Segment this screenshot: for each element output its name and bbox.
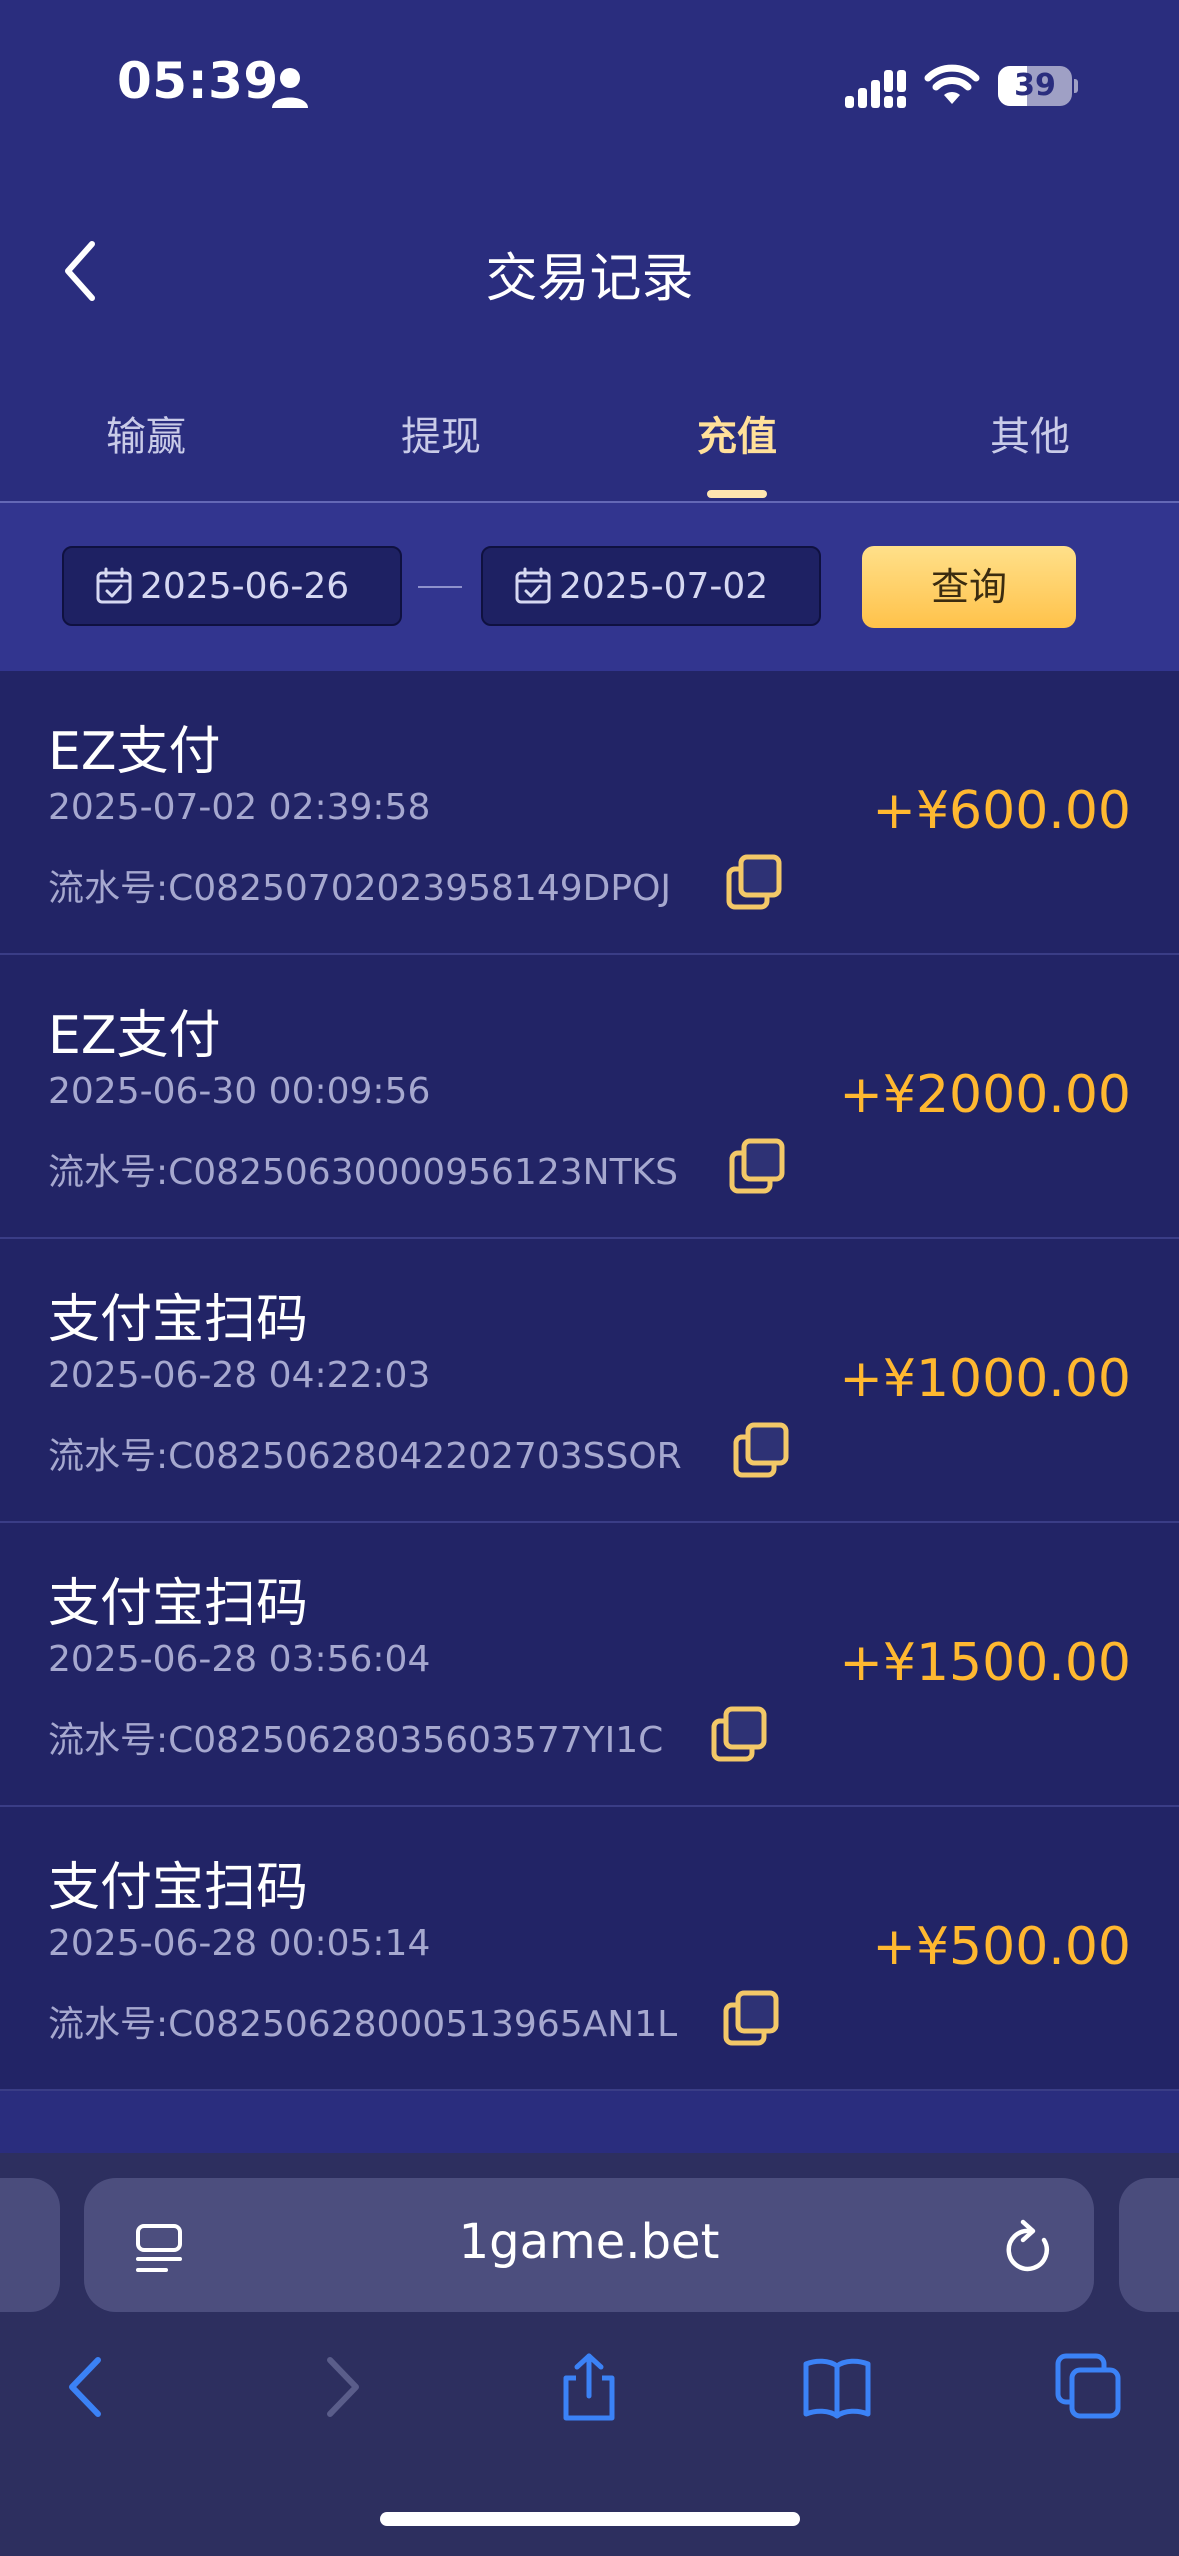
battery-indicator: 39 [998,66,1078,106]
tab-deposit[interactable]: 充值 [637,404,837,462]
transaction-amount: +¥600.00 [872,781,1131,841]
transaction-row: EZ支付 2025-07-02 02:39:58 流水号:C0825070202… [0,671,1179,955]
forward-icon[interactable] [306,2352,376,2422]
transaction-time: 2025-06-28 04:22:03 [48,1355,431,1396]
end-date-value: 2025-07-02 [559,565,769,607]
tabs-icon[interactable] [1054,2352,1124,2422]
transaction-amount: +¥1500.00 [839,1633,1131,1693]
copy-icon[interactable] [730,1419,794,1483]
copy-icon[interactable] [708,1703,772,1767]
active-tab-indicator [707,490,767,498]
serial-number: 流水号:C08250628000513965AN1L [48,2004,678,2045]
calendar-icon [96,567,132,604]
payment-method: 支付宝扫码 [48,1290,309,1350]
transaction-row: 支付宝扫码 2025-06-28 03:56:04 流水号:C082506280… [0,1523,1179,1807]
bookmarks-icon[interactable] [802,2352,872,2422]
transaction-time: 2025-06-28 00:05:14 [48,1923,431,1964]
status-time: 05:39 [117,52,279,110]
serial-number: 流水号:C08250630000956123NTKS [48,1152,679,1193]
end-date-field[interactable]: 2025-07-02 [481,546,821,626]
start-date-value: 2025-06-26 [140,565,350,607]
url-text[interactable]: 1game.bet [84,2214,1094,2270]
previous-tab-preview[interactable] [0,2178,60,2312]
back-icon[interactable] [52,2352,122,2422]
transaction-time: 2025-07-02 02:39:58 [48,787,431,828]
wifi-icon [924,64,980,104]
cellular-signal-icon [845,70,906,108]
transaction-row: 支付宝扫码 2025-06-28 04:22:03 流水号:C082506280… [0,1239,1179,1523]
battery-percent: 39 [1014,68,1056,103]
serial-number: 流水号:C08250702023958149DPOJ [48,868,672,909]
transaction-list: EZ支付 2025-07-02 02:39:58 流水号:C0825070202… [0,671,1179,2091]
tab-win-loss[interactable]: 输赢 [46,404,246,462]
share-icon[interactable] [554,2352,624,2422]
serial-number: 流水号:C08250628042202703SSOR [48,1436,682,1477]
tab-withdraw[interactable]: 提现 [341,404,541,462]
copy-icon[interactable] [726,1135,790,1199]
copy-icon[interactable] [723,851,787,915]
calendar-icon [515,567,551,604]
payment-method: 支付宝扫码 [48,1574,309,1634]
query-button[interactable]: 查询 [862,546,1076,628]
payment-method: EZ支付 [48,1006,221,1066]
home-indicator [380,2512,800,2526]
transaction-row: 支付宝扫码 2025-06-28 00:05:14 流水号:C082506280… [0,1807,1179,2091]
transaction-amount: +¥2000.00 [839,1065,1131,1125]
transaction-time: 2025-06-30 00:09:56 [48,1071,431,1112]
next-tab-preview[interactable] [1119,2178,1179,2312]
transaction-time: 2025-06-28 03:56:04 [48,1639,431,1680]
transaction-amount: +¥500.00 [872,1917,1131,1977]
date-range-separator [418,586,462,588]
serial-number: 流水号:C08250628035603577YI1C [48,1720,664,1761]
page-title: 交易记录 [485,249,694,309]
reload-icon[interactable] [1000,2218,1056,2278]
payment-method: 支付宝扫码 [48,1858,309,1918]
transaction-amount: +¥1000.00 [839,1349,1131,1409]
tab-other[interactable]: 其他 [930,404,1130,462]
person-icon [272,68,308,108]
payment-method: EZ支付 [48,722,221,782]
copy-icon[interactable] [720,1987,784,2051]
transaction-row: EZ支付 2025-06-30 00:09:56 流水号:C0825063000… [0,955,1179,1239]
start-date-field[interactable]: 2025-06-26 [62,546,402,626]
